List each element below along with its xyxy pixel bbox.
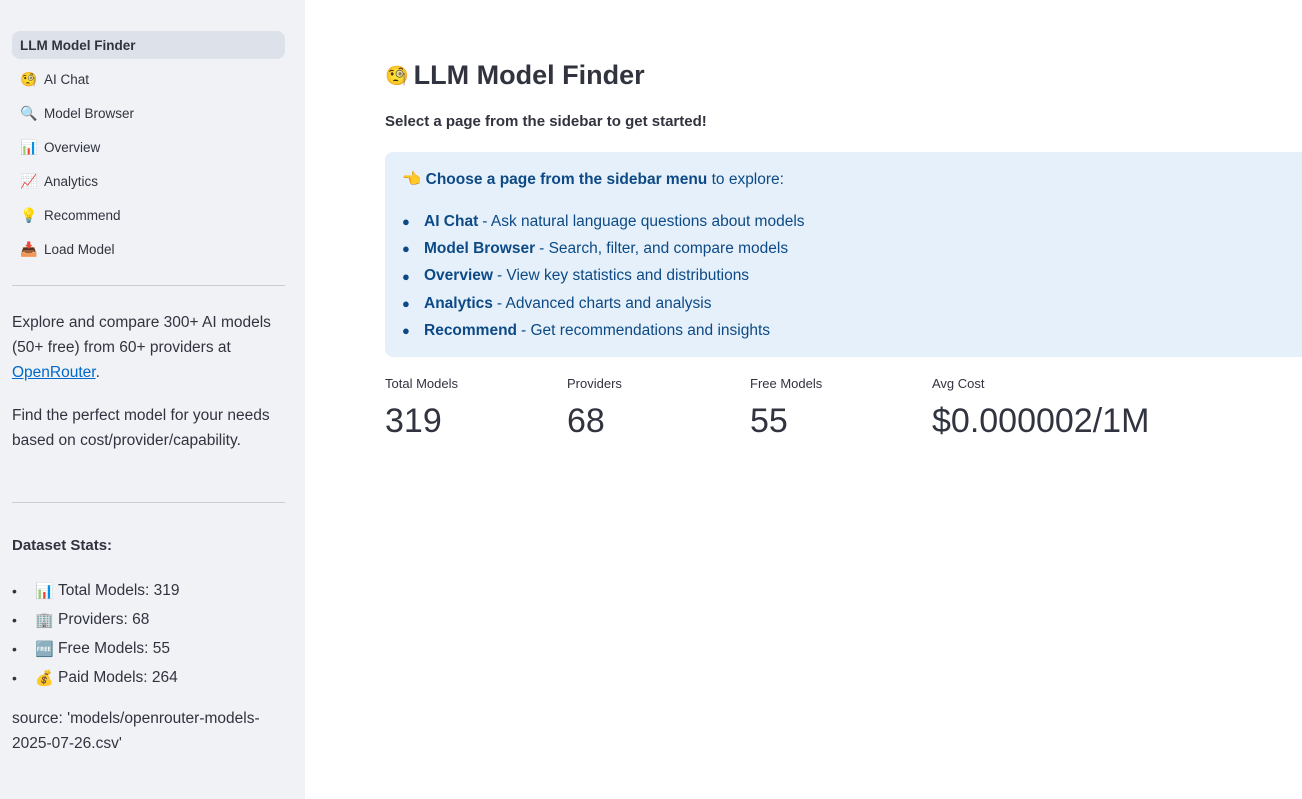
nav-label: Analytics xyxy=(44,173,99,189)
metric-total-models: Total Models 319 xyxy=(385,376,458,441)
list-item-text: - View key statistics and distributions xyxy=(496,267,750,285)
metric-label: Providers xyxy=(567,376,622,391)
nav-label: Model Browser xyxy=(44,105,135,121)
intro-text: Explore and compare 300+ AI models (50+ … xyxy=(12,314,271,356)
office-building-icon: 🏢 xyxy=(35,611,54,629)
nav-item-ai-chat[interactable]: 🧐 AI Chat xyxy=(12,65,285,93)
dataset-stats-title: Dataset Stats: xyxy=(12,537,113,554)
bullet: ● xyxy=(402,323,410,339)
metric-value: $0.000002/1M xyxy=(932,402,1150,440)
ai-chat-icon: 🧐 xyxy=(20,71,38,87)
sidebar-intro: Explore and compare 300+ AI models (50+ … xyxy=(12,310,274,385)
metric-value: 68 xyxy=(567,402,605,440)
nav-label: AI Chat xyxy=(44,71,90,87)
metric-label: Free Models xyxy=(750,376,823,391)
sidebar-find-text: Find the perfect model for your needs ba… xyxy=(12,407,270,449)
dataset-source: source: 'models/openrouter-models-2025-0… xyxy=(12,710,260,752)
trend-chart-icon: 📈 xyxy=(20,173,38,189)
pointing-left-icon: 👈 xyxy=(402,171,422,188)
list-item: ● Analytics - Advanced charts and analysis xyxy=(402,290,805,317)
intro-suffix: . xyxy=(95,364,100,381)
nav-label: Overview xyxy=(44,139,101,155)
bar-chart-icon: 📊 xyxy=(35,582,54,600)
bullet: ● xyxy=(402,214,410,230)
bullet: • xyxy=(12,640,17,657)
list-item-text: - Get recommendations and insights xyxy=(521,321,771,339)
stat-text: Paid Models: 264 xyxy=(58,668,178,686)
free-icon: 🆓 xyxy=(35,640,54,658)
openrouter-link[interactable]: OpenRouter xyxy=(12,364,96,381)
bullet: ● xyxy=(402,296,410,312)
nav-label: LLM Model Finder xyxy=(20,37,136,53)
info-page-list: ● AI Chat - Ask natural language questions… xyxy=(402,208,805,344)
sidebar-divider xyxy=(12,502,285,503)
stat-text: Free Models: 55 xyxy=(58,639,170,657)
metric-value: 319 xyxy=(385,402,442,440)
info-heading: 👈 Choose a page from the sidebar menu to… xyxy=(402,170,784,189)
list-item-bold: Analytics xyxy=(424,294,493,312)
stat-item: • 📊 Total Models: 319 xyxy=(12,576,282,605)
list-item-bold: Model Browser xyxy=(424,239,536,257)
list-item-bold: Recommend xyxy=(424,321,518,339)
stat-item: • 💰 Paid Models: 264 xyxy=(12,663,282,692)
nav-label: Recommend xyxy=(44,207,121,223)
stat-item: • 🆓 Free Models: 55 xyxy=(12,634,282,663)
sidebar-divider xyxy=(12,285,285,286)
magnifier-icon: 🔍 xyxy=(20,105,38,121)
money-bag-icon: 💰 xyxy=(35,669,54,687)
list-item-text: - Ask natural language questions about m… xyxy=(482,212,805,230)
list-item-text: - Search, filter, and compare models xyxy=(539,239,789,257)
info-box: 👈 Choose a page from the sidebar menu to… xyxy=(385,152,1302,357)
dataset-stats-list: • 📊 Total Models: 319 • 🏢 Providers: 68 • 🆓 Fr… xyxy=(12,576,282,692)
metric-label: Total Models xyxy=(385,376,458,391)
nav-item-overview[interactable]: 📊 Overview xyxy=(12,133,285,161)
list-item: ● Recommend - Get recommendations and insi… xyxy=(402,317,805,344)
page-title-text: LLM Model Finder xyxy=(413,60,645,90)
nav-item-llm-model-finder[interactable]: LLM Model Finder xyxy=(12,31,285,59)
metric-label: Avg Cost xyxy=(932,376,985,391)
list-item: ● Overview - View key statistics and distr… xyxy=(402,263,805,290)
stat-text: Total Models: 319 xyxy=(58,581,180,599)
nav-label: Load Model xyxy=(44,241,115,257)
bullet: • xyxy=(12,669,17,686)
metric-avg-cost: Avg Cost $0.000002/1M xyxy=(932,376,1149,441)
metric-providers: Providers 68 xyxy=(567,376,622,441)
list-item-bold: AI Chat xyxy=(424,212,479,230)
list-item: ● Model Browser - Search, filter, and comp… xyxy=(402,235,805,262)
info-heading-bold: Choose a page from the sidebar menu xyxy=(425,171,708,188)
metric-value: 55 xyxy=(750,402,788,440)
list-item-text: - Advanced charts and analysis xyxy=(496,294,712,312)
list-item: ● AI Chat - Ask natural language questions… xyxy=(402,208,805,235)
list-item-bold: Overview xyxy=(424,267,493,285)
nav-item-model-browser[interactable]: 🔍 Model Browser xyxy=(12,99,285,127)
sidebar: LLM Model Finder 🧐 AI Chat 🔍 Model Brows… xyxy=(0,0,305,799)
nav-item-recommend[interactable]: 💡 Recommend xyxy=(12,201,285,229)
page-title: 🧐 LLM Model Finder xyxy=(385,60,645,91)
inbox-tray-icon: 📥 xyxy=(20,241,38,257)
nav-item-analytics[interactable]: 📈 Analytics xyxy=(12,167,285,195)
info-heading-rest: to explore: xyxy=(707,171,784,188)
bullet: • xyxy=(12,611,17,628)
bullet: ● xyxy=(402,268,410,284)
stat-item: • 🏢 Providers: 68 xyxy=(12,605,282,634)
stat-text: Providers: 68 xyxy=(58,610,150,628)
metric-free-models: Free Models 55 xyxy=(750,376,822,441)
bullet: ● xyxy=(402,241,410,257)
bullet: • xyxy=(12,582,17,599)
page-subtitle: Select a page from the sidebar to get st… xyxy=(385,113,707,130)
light-bulb-icon: 💡 xyxy=(20,207,38,223)
sidebar-nav: LLM Model Finder 🧐 AI Chat 🔍 Model Brows… xyxy=(12,31,285,269)
ai-chat-icon: 🧐 xyxy=(385,65,409,87)
bar-chart-icon: 📊 xyxy=(20,139,38,155)
nav-item-load-model[interactable]: 📥 Load Model xyxy=(12,235,285,263)
